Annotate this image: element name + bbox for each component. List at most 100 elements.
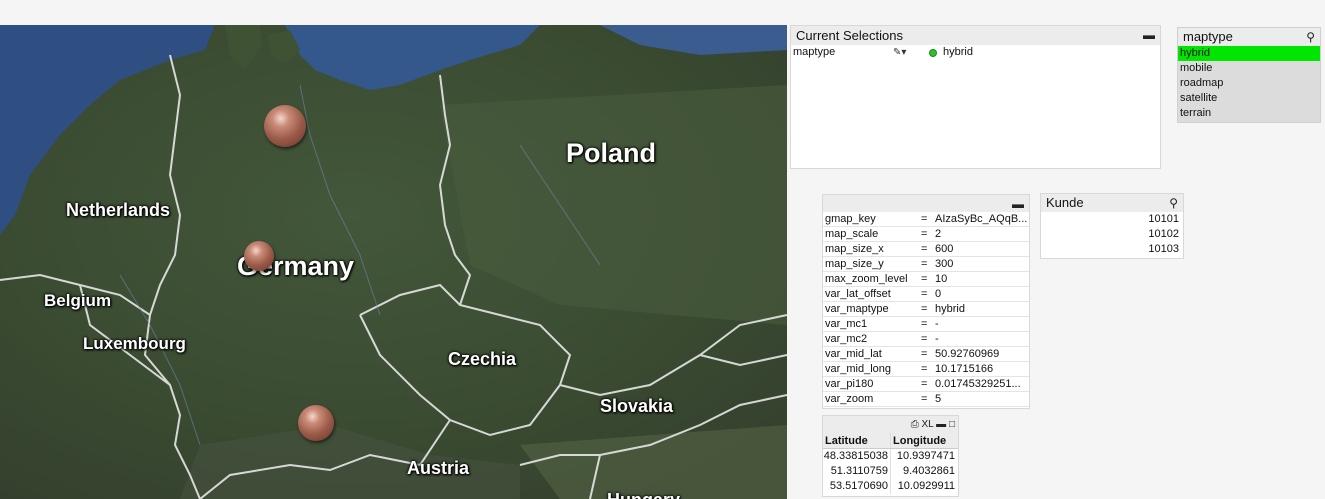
var-equals: =: [921, 333, 928, 345]
search-icon[interactable]: ⚲: [1169, 194, 1178, 213]
table-toolbar: ⎙ XL ▬ □: [911, 416, 955, 433]
kunde-item[interactable]: 10101: [1041, 212, 1183, 227]
var-equals: =: [921, 318, 928, 330]
selection-status-dot: [929, 49, 937, 57]
coordinates-table: ⎙ XL ▬ □ Latitude Longitude 48.33815038 …: [822, 415, 959, 497]
var-name: gmap_key: [825, 213, 876, 225]
map-label-netherlands: Netherlands: [66, 200, 171, 220]
selection-row[interactable]: maptype ✎▾ hybrid: [791, 45, 1160, 60]
var-equals: =: [921, 348, 928, 360]
var-row: var_mid_long = 10.1715166: [823, 362, 1029, 377]
minimize-icon[interactable]: ▬: [1143, 26, 1155, 45]
cell-latitude: 51.3110759: [823, 464, 891, 479]
cell-longitude: 9.4032861: [903, 465, 955, 477]
current-selections-caption: Current Selections ▬: [791, 26, 1160, 45]
var-equals: =: [921, 363, 928, 375]
map-marker-hamburg[interactable]: [264, 105, 306, 147]
var-equals: =: [921, 378, 928, 390]
var-name: var_mid_lat: [825, 348, 882, 360]
header-latitude[interactable]: Latitude: [823, 433, 891, 448]
kunde-caption: Kunde ⚲: [1041, 194, 1183, 212]
map-marker-augsburg[interactable]: [298, 405, 334, 441]
var-value: 10.1715166: [935, 363, 994, 375]
table-row[interactable]: 51.3110759 9.4032861: [823, 464, 958, 479]
var-row: var_zoom = 5: [823, 392, 1029, 407]
map-label-poland: Poland: [566, 138, 657, 168]
coordinates-caption: ⎙ XL ▬ □: [823, 416, 958, 433]
var-value: 10: [935, 273, 948, 285]
table-header: Latitude Longitude: [823, 433, 958, 449]
maptype-title: maptype: [1183, 29, 1233, 44]
current-selections-box: Current Selections ▬ maptype ✎▾ hybrid: [790, 25, 1161, 169]
current-selections-title: Current Selections: [796, 28, 903, 43]
search-icon[interactable]: ⚲: [1306, 28, 1315, 47]
excel-export-icon[interactable]: XL: [922, 419, 934, 430]
var-equals: =: [921, 393, 928, 405]
cell-longitude: 10.0929911: [897, 480, 955, 492]
table-row[interactable]: 53.5170690 10.0929911: [823, 479, 958, 494]
map-label-luxembourg: Luxembourg: [83, 334, 186, 353]
var-row: map_scale = 2: [823, 227, 1029, 242]
var-name: var_mc2: [825, 333, 868, 345]
minimize-icon[interactable]: ▬: [936, 419, 946, 430]
maptype-item-satellite[interactable]: satellite: [1178, 91, 1320, 106]
var-value: -: [935, 333, 939, 345]
selection-field: maptype: [793, 46, 836, 58]
var-row: var_mc1 = -: [823, 317, 1029, 332]
var-row: max_zoom_level = 10: [823, 272, 1029, 287]
var-row: map_size_x = 600: [823, 242, 1029, 257]
var-name: var_mc1: [825, 318, 868, 330]
variables-box: ▬ gmap_key = AIzaSyBc_AQqB... map_scale = 2 …: [822, 194, 1030, 409]
maptype-item-roadmap[interactable]: roadmap: [1178, 76, 1320, 91]
map-terrain: [0, 25, 787, 499]
var-row: gmap_key = AIzaSyBc_AQqB...: [823, 212, 1029, 227]
var-row: var_pi180 = 0.01745329251...: [823, 377, 1029, 392]
var-equals: =: [921, 303, 928, 315]
var-name: map_size_x: [825, 243, 884, 255]
var-name: map_size_y: [825, 258, 884, 270]
var-value: 5: [935, 393, 942, 405]
kunde-item[interactable]: 10103: [1041, 242, 1183, 257]
kunde-listbox: Kunde ⚲ 10101 10102 10103: [1040, 193, 1184, 259]
cell-latitude: 48.33815038: [823, 449, 891, 464]
var-value: 0: [935, 288, 942, 300]
var-value: 0.01745329251...: [935, 378, 1021, 390]
var-name: max_zoom_level: [825, 273, 908, 285]
var-name: var_lat_offset: [825, 288, 891, 300]
var-name: map_scale: [825, 228, 879, 240]
var-value: 2: [935, 228, 942, 240]
maptype-caption: maptype ⚲: [1178, 28, 1320, 46]
var-row: map_size_y = 300: [823, 257, 1029, 272]
var-name: var_pi180: [825, 378, 874, 390]
maptype-item-terrain[interactable]: terrain: [1178, 106, 1320, 121]
maptype-item-hybrid[interactable]: hybrid: [1178, 46, 1320, 61]
map-view[interactable]: Poland Netherlands Germany Belgium Luxem…: [0, 25, 787, 499]
selection-value: hybrid: [943, 46, 973, 58]
kunde-item[interactable]: 10102: [1041, 227, 1183, 242]
cell-latitude: 53.5170690: [823, 479, 891, 494]
var-equals: =: [921, 273, 928, 285]
header-longitude[interactable]: Longitude: [891, 433, 958, 448]
var-row: var_lat_offset = 0: [823, 287, 1029, 302]
maximize-icon[interactable]: □: [949, 419, 955, 430]
print-icon[interactable]: ⎙: [911, 419, 919, 430]
eraser-dropdown-icon[interactable]: ✎▾: [893, 45, 906, 60]
map-label-czechia: Czechia: [448, 349, 517, 369]
var-equals: =: [921, 213, 928, 225]
var-value: 50.92760969: [935, 348, 1000, 360]
var-value: AIzaSyBc_AQqB...: [935, 213, 1027, 225]
kunde-title: Kunde: [1046, 195, 1084, 210]
map-label-hungary: Hungary: [607, 491, 680, 499]
maptype-item-mobile[interactable]: mobile: [1178, 61, 1320, 76]
map-marker-kassel[interactable]: [244, 241, 274, 271]
cell-longitude: 10.9397471: [896, 450, 955, 462]
var-equals: =: [921, 243, 928, 255]
variables-list: gmap_key = AIzaSyBc_AQqB... map_scale = 2 ma…: [823, 212, 1029, 407]
map-label-belgium: Belgium: [44, 291, 112, 310]
table-row[interactable]: 48.33815038 10.9397471: [823, 449, 958, 464]
var-equals: =: [921, 288, 928, 300]
var-value: 300: [935, 258, 954, 270]
var-value: -: [935, 318, 939, 330]
var-row: var_mid_lat = 50.92760969: [823, 347, 1029, 362]
var-name: var_zoom: [825, 393, 874, 405]
